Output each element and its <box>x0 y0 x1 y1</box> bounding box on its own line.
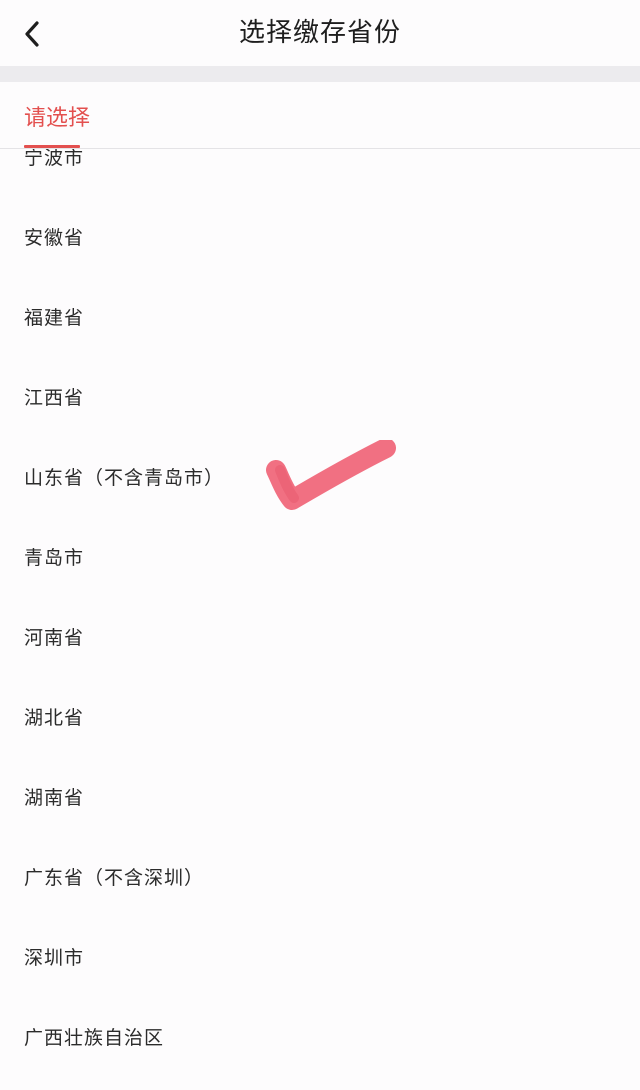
list-item[interactable]: 宁波市 <box>0 149 640 198</box>
province-list: 宁波市 安徽省 福建省 江西省 山东省（不含青岛市） 青岛市 河南省 湖北省 湖… <box>0 149 640 1078</box>
tab-active-indicator <box>24 145 80 148</box>
list-item[interactable]: 江西省 <box>0 358 640 438</box>
list-item[interactable]: 河南省 <box>0 598 640 678</box>
back-button[interactable] <box>10 12 54 56</box>
tab-please-select[interactable]: 请选择 <box>24 100 90 132</box>
list-item[interactable]: 山东省（不含青岛市） <box>0 438 640 518</box>
navigation-bar: 选择缴存省份 <box>0 0 640 66</box>
list-item[interactable]: 安徽省 <box>0 198 640 278</box>
section-divider <box>0 66 640 82</box>
list-item[interactable]: 深圳市 <box>0 918 640 998</box>
chevron-left-icon <box>25 21 39 47</box>
selection-tab-bar: 请选择 <box>0 82 640 149</box>
list-item[interactable]: 广东省（不含深圳） <box>0 838 640 918</box>
page-title: 选择缴存省份 <box>238 18 401 48</box>
province-picker-screen: 选择缴存省份 请选择 宁波市 安徽省 福建省 江西省 山东省（不含青岛市） 青岛… <box>0 0 640 1090</box>
list-item[interactable]: 湖南省 <box>0 758 640 838</box>
list-item[interactable]: 广西壮族自治区 <box>0 998 640 1078</box>
province-list-viewport[interactable]: 宁波市 安徽省 福建省 江西省 山东省（不含青岛市） 青岛市 河南省 湖北省 湖… <box>0 149 640 1090</box>
list-item[interactable]: 湖北省 <box>0 678 640 758</box>
list-item[interactable]: 福建省 <box>0 278 640 358</box>
list-item[interactable]: 青岛市 <box>0 518 640 598</box>
